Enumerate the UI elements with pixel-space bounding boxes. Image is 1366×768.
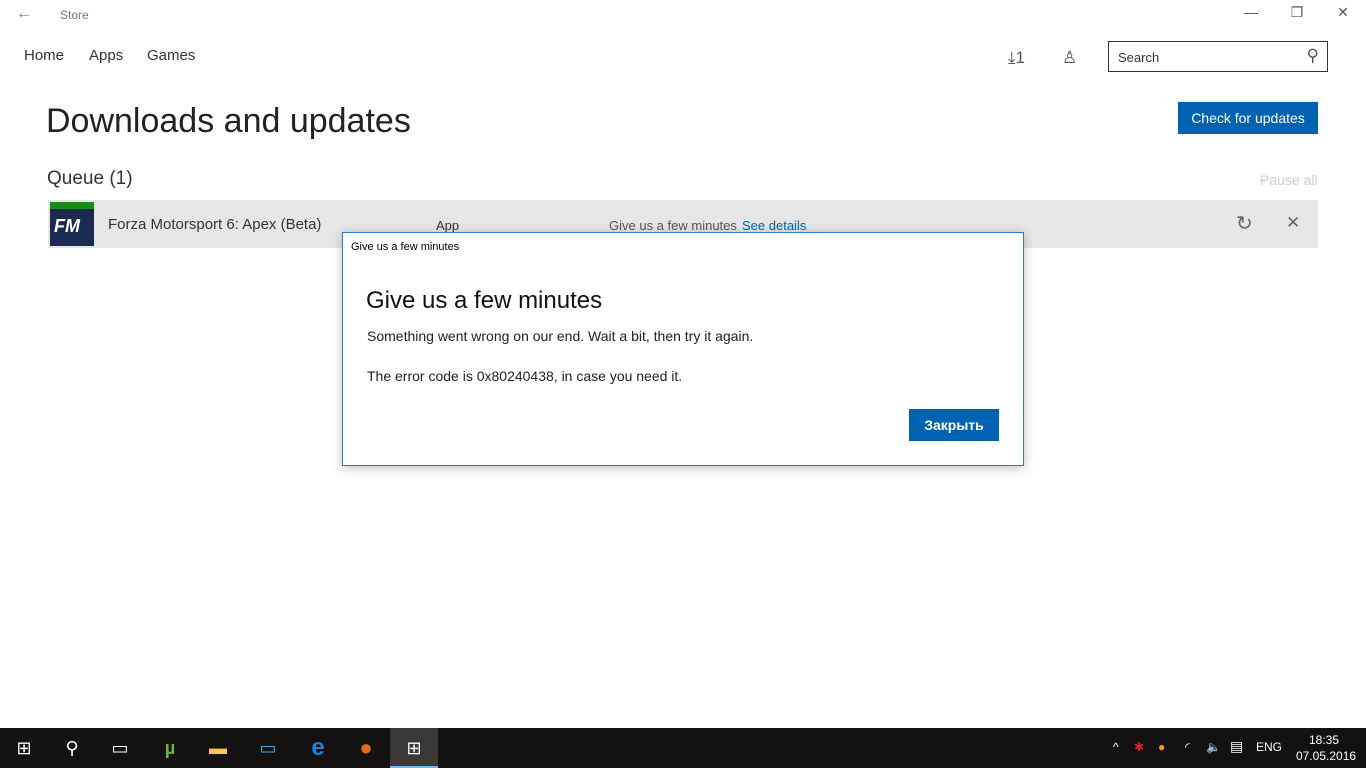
app-name: Forza Motorsport 6: Apex (Beta) — [108, 216, 322, 233]
restore-button[interactable]: ❐ — [1274, 4, 1320, 21]
store-taskbar-icon[interactable]: ⊞ — [390, 728, 438, 768]
account-icon[interactable]: ♙ — [1062, 48, 1077, 68]
task-view-icon[interactable]: ▭ — [96, 728, 144, 768]
date: 07.05.2016 — [1296, 749, 1357, 763]
firefox-icon[interactable]: ● — [342, 728, 390, 768]
search-taskbar-icon[interactable]: ⚲ — [48, 728, 96, 768]
dialog-heading: Give us a few minutes — [366, 287, 603, 314]
search-input[interactable]: Search ⚲ — [1108, 41, 1328, 72]
check-for-updates-button[interactable]: Check for updates — [1178, 102, 1318, 134]
see-details-link[interactable]: See details — [742, 218, 806, 233]
cancel-icon[interactable]: ✕ — [1286, 213, 1300, 233]
pause-all-button[interactable]: Pause all — [1260, 172, 1318, 188]
error-dialog: Give us a few minutes Give us a few minu… — [342, 232, 1024, 466]
page-title: Downloads and updates — [46, 102, 411, 140]
notifications-icon[interactable]: ▤ — [1230, 738, 1243, 755]
utorrent-icon[interactable]: µ — [146, 728, 194, 768]
downloads-count: 1 — [1015, 48, 1025, 67]
dialog-title: Give us a few minutes — [351, 241, 460, 253]
language-indicator[interactable]: ENG — [1256, 740, 1282, 754]
queue-heading: Queue (1) — [47, 168, 133, 189]
app-status: Give us a few minutes — [609, 218, 737, 233]
downloads-button[interactable]: ⤓1 — [1008, 48, 1025, 68]
wifi-icon[interactable]: ◜ — [1185, 740, 1190, 754]
volume-icon[interactable]: 🔈 — [1206, 740, 1221, 754]
dialog-message: Something went wrong on our end. Wait a … — [367, 328, 754, 344]
search-placeholder: Search — [1118, 50, 1160, 65]
nav-home[interactable]: Home — [24, 47, 64, 64]
window-title: Store — [60, 8, 89, 22]
minimize-button[interactable]: — — [1228, 4, 1274, 20]
clock[interactable]: 18:35 07.05.2016 — [1296, 732, 1357, 764]
retry-icon[interactable]: ↻ — [1236, 211, 1253, 236]
this-pc-icon[interactable]: ▭ — [244, 728, 292, 768]
edge-icon[interactable]: e — [294, 728, 342, 768]
back-button[interactable]: ← — [16, 5, 32, 23]
nav-apps[interactable]: Apps — [89, 47, 123, 64]
time: 18:35 — [1308, 733, 1340, 747]
taskbar: ⊞ ⚲ ▭ µ ▬ ▭ e ● ⊞ ^ ✱ ● ◜ 🔈 ▤ ENG 18:35 0… — [0, 728, 1366, 768]
app-type: App — [436, 218, 460, 233]
search-icon[interactable]: ⚲ — [1307, 46, 1319, 66]
close-window-button[interactable]: ✕ — [1320, 4, 1366, 21]
tray-app-icon[interactable]: ● — [1158, 740, 1165, 754]
app-thumbnail: FM — [50, 202, 94, 246]
dialog-error-code: The error code is 0x80240438, in case yo… — [367, 368, 683, 384]
start-icon[interactable]: ⊞ — [0, 728, 48, 768]
nav-games[interactable]: Games — [147, 47, 195, 64]
dialog-close-button[interactable]: Закрыть — [909, 409, 999, 441]
network-app-icon[interactable]: ✱ — [1134, 740, 1144, 754]
show-hidden-icons[interactable]: ^ — [1113, 740, 1119, 754]
file-explorer-icon[interactable]: ▬ — [194, 728, 242, 768]
download-icon: ⤓ — [1008, 48, 1016, 67]
